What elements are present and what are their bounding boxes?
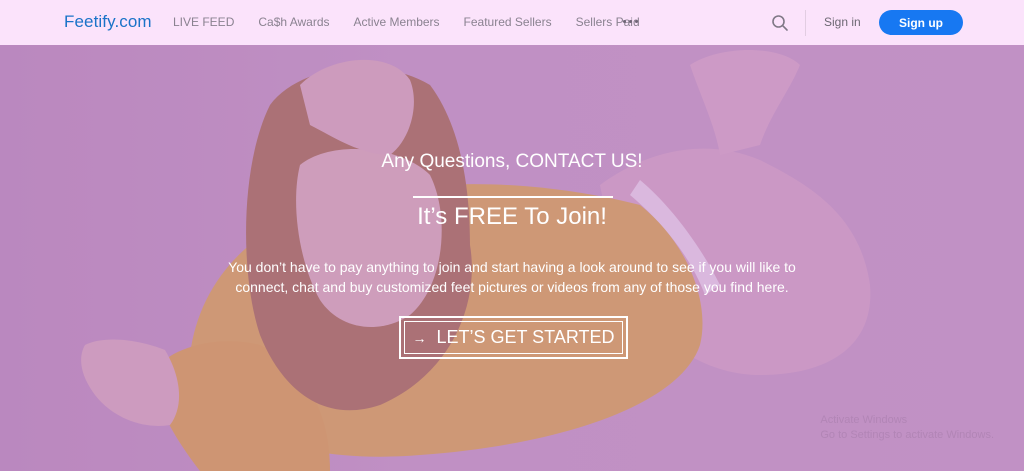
contact-heading: Any Questions, CONTACT US!	[381, 151, 643, 172]
menu-item-active-members[interactable]: Active Members	[354, 15, 440, 29]
brand-logo-link[interactable]: Feetify.com	[64, 12, 152, 32]
get-started-button-inner: → LET’S GET STARTED	[404, 321, 623, 354]
nav-divider	[805, 10, 806, 36]
get-started-label: LET’S GET STARTED	[436, 327, 615, 347]
menu-item-live-feed[interactable]: LIVE FEED	[173, 15, 234, 29]
hero-title: It’s FREE To Join!	[417, 203, 607, 230]
hero-banner: Any Questions, CONTACT US! It’s FREE To …	[0, 45, 1024, 471]
watermark-line-2: Go to Settings to activate Windows.	[820, 429, 994, 441]
sign-up-button[interactable]: Sign up	[879, 10, 963, 35]
top-navbar: Feetify.com LIVE FEED Ca$h Awards Active…	[0, 0, 1024, 45]
watermark-line-1: Activate Windows	[820, 414, 908, 426]
arrow-right-icon: →	[412, 329, 427, 346]
main-menu: LIVE FEED Ca$h Awards Active Members Fea…	[173, 15, 664, 29]
sign-in-link[interactable]: Sign in	[824, 15, 861, 29]
hero-description: You don’t have to pay anything to join a…	[228, 259, 796, 295]
get-started-button[interactable]: → LET’S GET STARTED	[399, 316, 628, 359]
ellipsis-icon[interactable]	[623, 20, 638, 23]
os-activation-watermark: Activate Windows Go to Settings to activ…	[820, 413, 994, 443]
menu-item-cash-awards[interactable]: Ca$h Awards	[258, 15, 329, 29]
menu-item-featured-sellers[interactable]: Featured Sellers	[464, 15, 552, 29]
search-icon[interactable]	[771, 14, 789, 32]
heading-divider	[413, 196, 613, 198]
